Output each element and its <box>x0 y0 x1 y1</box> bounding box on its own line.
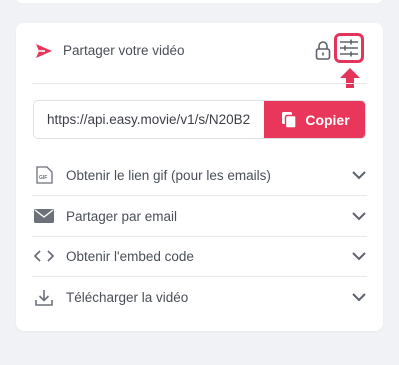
option-embed-code[interactable]: Obtenir l'embed code <box>32 236 367 276</box>
share-link-input[interactable] <box>34 101 264 138</box>
share-panel: Partager votre vidéo https://api.easy.mo… <box>16 23 383 331</box>
share-title: Partager votre vidéo <box>63 43 185 58</box>
copy-icon <box>282 111 298 129</box>
divider <box>32 83 367 84</box>
sliders-icon <box>340 39 358 57</box>
share-link-field: Copier <box>33 100 366 139</box>
previous-card <box>16 0 383 3</box>
copy-button-label: Copier <box>305 111 350 128</box>
option-label: Partager par email <box>66 208 178 224</box>
chevron-down-icon <box>352 293 366 302</box>
arrow-up-icon <box>340 68 360 88</box>
option-label: Obtenir le lien gif (pour les emails) <box>66 167 271 183</box>
share-header: Partager votre vidéo <box>16 23 383 88</box>
chevron-down-icon <box>352 171 366 180</box>
option-share-email[interactable]: Partager par email <box>32 196 367 236</box>
option-label: Télécharger la vidéo <box>66 289 189 305</box>
option-download-video[interactable]: Télécharger la vidéo <box>32 277 367 317</box>
download-icon <box>34 288 54 306</box>
chevron-down-icon <box>352 252 366 261</box>
option-label: Obtenir l'embed code <box>66 248 194 264</box>
code-icon <box>34 247 54 265</box>
option-gif-link[interactable]: GIF Obtenir le lien gif (pour les emails… <box>32 155 367 195</box>
send-icon <box>36 44 52 58</box>
email-icon <box>34 207 54 225</box>
gif-icon: GIF <box>34 166 54 184</box>
lock-icon[interactable] <box>315 40 331 60</box>
chevron-down-icon <box>352 212 366 221</box>
settings-button[interactable] <box>334 33 364 63</box>
svg-text:GIF: GIF <box>39 175 47 181</box>
copy-button[interactable]: Copier <box>264 101 365 138</box>
